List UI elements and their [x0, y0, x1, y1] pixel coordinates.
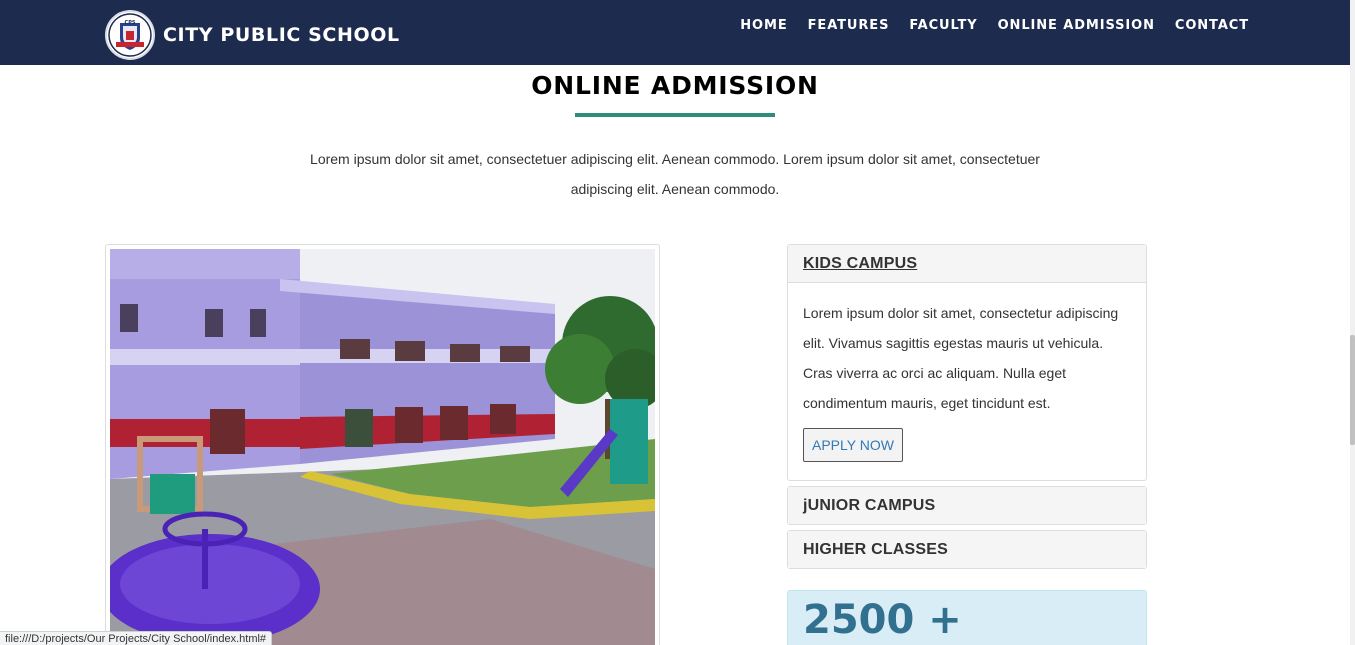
accordion-title-kids-campus[interactable]: KIDS CAMPUS — [803, 255, 917, 273]
browser-status-bar: file:///D:/projects/Our Projects/City Sc… — [0, 631, 273, 645]
student-count: 2500 + — [803, 597, 962, 643]
campus-photo — [110, 249, 655, 645]
accordion-title-higher-classes[interactable]: HIGHER CLASSES — [803, 541, 948, 559]
apply-now-button[interactable]: APPLY NOW — [803, 428, 903, 462]
scrollbar-thumb[interactable] — [1350, 335, 1355, 445]
accordion-heading-kids-campus[interactable]: KIDS CAMPUS — [788, 245, 1146, 283]
intro-line-1: Lorem ipsum dolor sit amet, consectetuer… — [310, 151, 1040, 167]
title-underline — [575, 113, 775, 117]
main-nav: HOME FEATURES FACULTY ONLINE ADMISSION C… — [720, 18, 1249, 33]
brand-name: CITY PUBLIC SCHOOL — [163, 24, 400, 46]
accordion-panel-kids-campus: KIDS CAMPUS Lorem ipsum dolor sit amet, … — [787, 244, 1147, 481]
nav-home[interactable]: HOME — [740, 18, 787, 33]
school-crest-icon: CPS — [105, 10, 155, 60]
navbar: CPS CITY PUBLIC SCHOOL HOME FEATURES FAC… — [0, 0, 1350, 65]
nav-online-admission[interactable]: ONLINE ADMISSION — [998, 18, 1155, 33]
nav-faculty[interactable]: FACULTY — [909, 18, 977, 33]
campus-photo-frame — [105, 244, 660, 645]
student-count-box: 2500 + — [787, 590, 1147, 645]
section-intro: Lorem ipsum dolor sit amet, consectetuer… — [300, 144, 1050, 204]
accordion-panel-higher-classes: HIGHER CLASSES — [787, 530, 1147, 569]
accordion-heading-junior-campus[interactable]: jUNIOR CAMPUS — [788, 487, 1146, 524]
intro-line-2: adipiscing elit. Aenean commodo. — [570, 181, 780, 197]
accordion-panel-junior-campus: jUNIOR CAMPUS — [787, 486, 1147, 525]
accordion-heading-higher-classes[interactable]: HIGHER CLASSES — [788, 531, 1146, 568]
accordion-body-kids-campus: Lorem ipsum dolor sit amet, consectetur … — [788, 283, 1146, 477]
kids-campus-description: Lorem ipsum dolor sit amet, consectetur … — [803, 305, 1119, 411]
accordion-title-junior-campus[interactable]: jUNIOR CAMPUS — [803, 497, 935, 515]
section-title: ONLINE ADMISSION — [531, 71, 819, 100]
nav-features[interactable]: FEATURES — [808, 18, 890, 33]
svg-text:CPS: CPS — [125, 20, 136, 26]
brand[interactable]: CPS CITY PUBLIC SCHOOL — [105, 10, 400, 60]
page-scrollbar[interactable] — [1350, 0, 1355, 645]
nav-contact[interactable]: CONTACT — [1175, 18, 1249, 33]
